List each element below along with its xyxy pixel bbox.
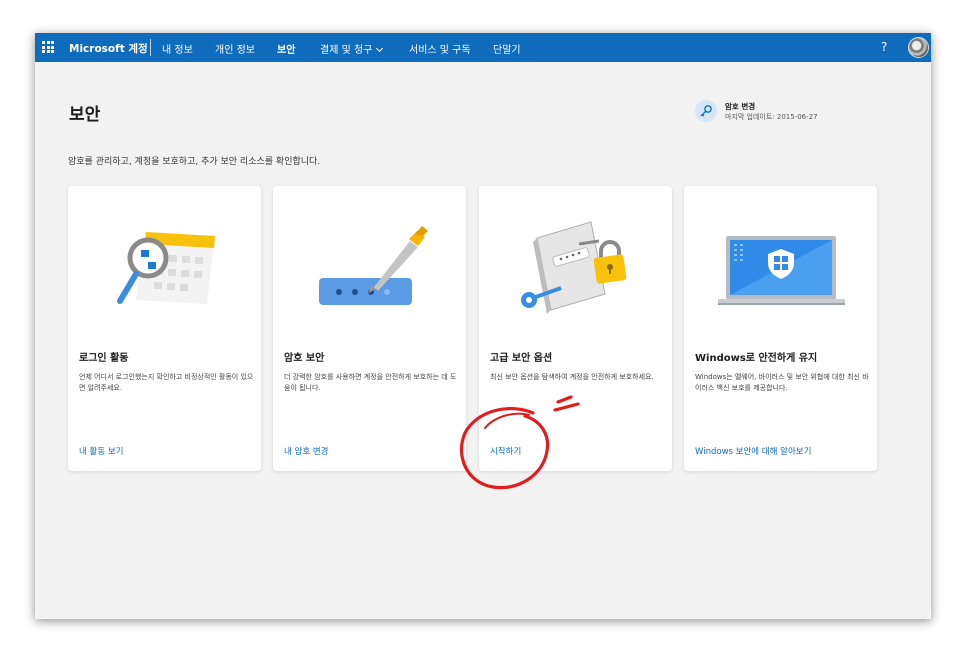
windows-shield-laptop-icon: [684, 186, 877, 336]
get-started-link[interactable]: 시작하기: [490, 445, 521, 457]
card-advanced-security: 고급 보안 옵션 최신 보안 옵션을 탐색하여 계정을 안전하게 보호하세요. …: [479, 186, 672, 471]
magnifier-calendar-icon: [68, 186, 261, 336]
chevron-down-icon: [376, 44, 384, 53]
top-navigation-bar: Microsoft 계정 내 정보 개인 정보 보안 결제 및 청구 서비스 및…: [35, 33, 931, 62]
password-change-link[interactable]: 암호 변경: [725, 101, 755, 112]
nav-divider: [150, 39, 151, 56]
brand-title[interactable]: Microsoft 계정: [69, 41, 148, 56]
help-icon[interactable]: ?: [881, 40, 887, 54]
nav-privacy[interactable]: 개인 정보: [215, 41, 255, 56]
nav-billing[interactable]: 결제 및 청구: [320, 41, 384, 56]
page-title: 보안: [69, 105, 101, 125]
card-title: 암호 보안: [284, 353, 325, 364]
card-description: Windows는 멜웨어, 바이러스 및 보안 위협에 대한 최신 바이러스 백…: [695, 373, 869, 392]
nav-security[interactable]: 보안: [277, 41, 295, 56]
card-description: 더 강력한 암호를 사용하면 계정을 안전하게 보호하는 데 도움이 됩니다.: [284, 373, 457, 392]
lock-key-icon: [479, 186, 672, 336]
card-signin-activity: 로그인 활동 언제 어디서 로그인했는지 확인하고 비정상적인 활동이 있으면 …: [68, 186, 261, 471]
windows-security-learn-link[interactable]: Windows 보안에 대해 알아보기: [695, 445, 811, 457]
card-description: 언제 어디서 로그인했는지 확인하고 비정상적인 활동이 있으면 알려주세요.: [79, 373, 254, 392]
page-description: 암호를 관리하고, 계정을 보호하고, 추가 보안 리소스를 확인합니다.: [68, 157, 321, 167]
app-launcher-icon[interactable]: [42, 41, 54, 53]
password-pen-icon: [273, 186, 466, 336]
nav-services[interactable]: 서비스 및 구독: [409, 41, 471, 56]
card-title: 고급 보안 옵션: [490, 353, 553, 364]
key-icon: [695, 100, 717, 122]
nav-my-info[interactable]: 내 정보: [162, 41, 193, 56]
card-password-security: 암호 보안 더 강력한 암호를 사용하면 계정을 안전하게 보호하는 데 도움이…: [273, 186, 466, 471]
browser-frame: Microsoft 계정 내 정보 개인 정보 보안 결제 및 청구 서비스 및…: [35, 33, 931, 619]
card-windows-security: Windows로 안전하게 유지 Windows는 멜웨어, 바이러스 및 보안…: [684, 186, 877, 471]
view-activity-link[interactable]: 내 활동 보기: [79, 445, 124, 457]
card-title: 로그인 활동: [79, 353, 129, 364]
password-last-updated: 마지막 업데이트: 2015-06-27: [725, 113, 818, 121]
card-title: Windows로 안전하게 유지: [695, 353, 818, 364]
nav-billing-label: 결제 및 청구: [320, 45, 373, 56]
avatar[interactable]: [908, 37, 929, 58]
nav-devices[interactable]: 단말기: [493, 41, 521, 56]
change-password-link[interactable]: 내 암호 변경: [284, 445, 329, 457]
card-description: 최신 보안 옵션을 탐색하여 계정을 안전하게 보호하세요.: [490, 373, 654, 381]
